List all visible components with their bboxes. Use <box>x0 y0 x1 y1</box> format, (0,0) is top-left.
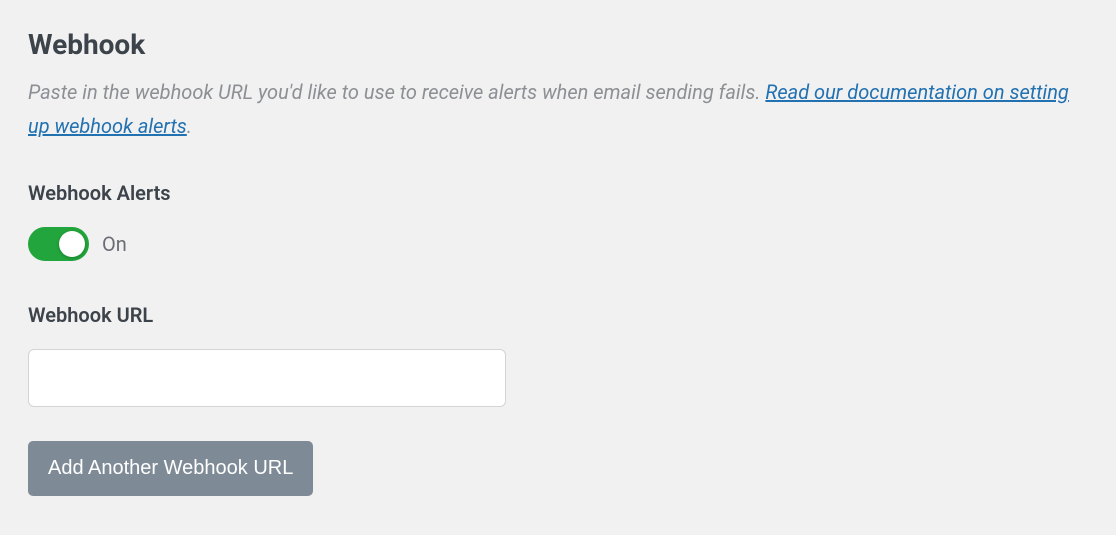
webhook-alerts-toggle[interactable] <box>28 227 89 261</box>
section-description: Paste in the webhook URL you'd like to u… <box>28 75 1088 143</box>
add-webhook-url-button[interactable]: Add Another Webhook URL <box>28 441 313 496</box>
description-text-suffix: . <box>187 114 192 138</box>
webhook-url-label: Webhook URL <box>28 303 1088 327</box>
webhook-url-input[interactable] <box>28 349 506 407</box>
webhook-url-group: Webhook URL <box>28 303 1088 407</box>
description-text-prefix: Paste in the webhook URL you'd like to u… <box>28 80 765 104</box>
webhook-alerts-state: On <box>102 232 127 256</box>
webhook-alerts-row: On <box>28 227 1088 261</box>
webhook-alerts-label: Webhook Alerts <box>28 181 1088 205</box>
section-title: Webhook <box>28 28 1088 61</box>
toggle-knob <box>59 231 85 257</box>
